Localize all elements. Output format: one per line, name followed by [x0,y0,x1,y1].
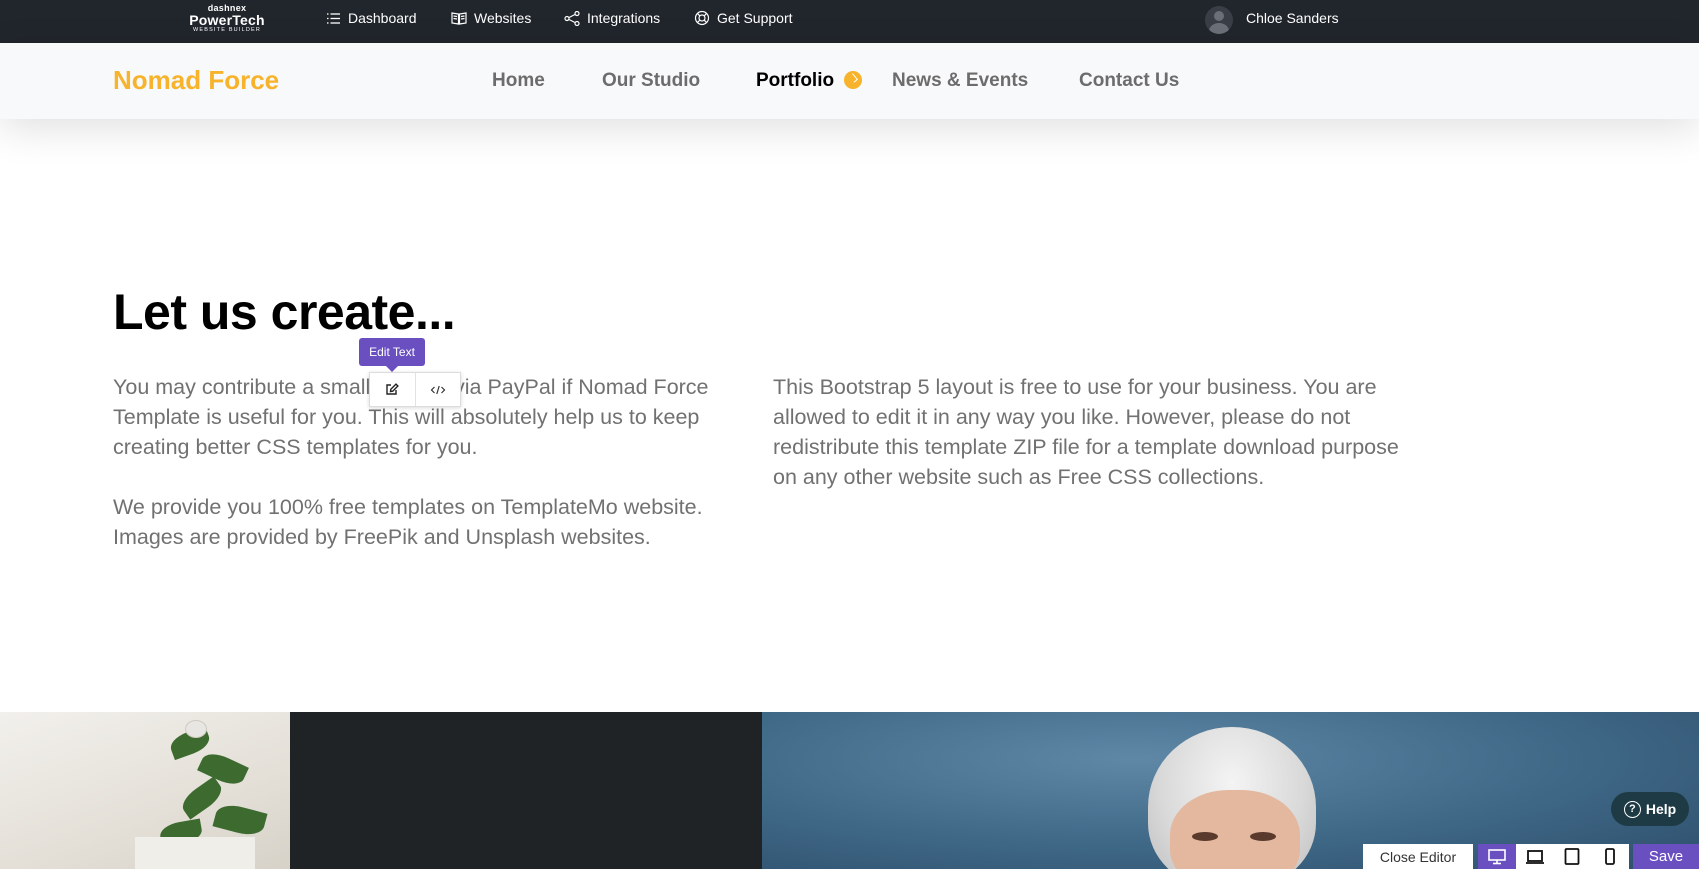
device-preview-switcher [1478,844,1629,869]
close-editor-button[interactable]: Close Editor [1363,844,1473,869]
menu-item-our-studio[interactable]: Our Studio [602,70,700,92]
site-logo[interactable]: Nomad Force [113,65,279,96]
portrait-face [1170,790,1300,869]
admin-nav-integrations-label: Integrations [587,10,661,26]
desktop-icon [1488,848,1506,864]
brand-sub-text: WEBSITE BUILDER [192,27,262,33]
dark-panel [290,712,762,869]
laptop-icon [1525,849,1544,864]
desktop-preview-button[interactable] [1478,844,1516,869]
admin-nav-dashboard[interactable]: Dashboard [326,0,417,36]
book-icon [451,11,467,25]
admin-nav-integrations[interactable]: Integrations [564,0,660,36]
mobile-preview-button[interactable] [1591,844,1629,869]
user-name[interactable]: Chloe Sanders [1246,10,1339,26]
powertech-logo[interactable]: dashnex PowerTech WEBSITE BUILDER [184,4,270,34]
portrait-eye-right [1250,832,1276,841]
edit-icon [386,383,400,395]
code-icon [430,385,446,394]
portrait-eye-left [1192,832,1218,841]
brand-main-text: PowerTech [189,12,265,28]
mobile-icon [1605,848,1616,865]
menu-item-contact-us[interactable]: Contact Us [1079,70,1179,92]
plant-photo [0,712,290,869]
admin-nav-websites[interactable]: Websites [451,0,531,36]
help-label: Help [1645,801,1677,817]
inline-edit-toolbar [369,372,461,407]
menu-item-news-events[interactable]: News & Events [892,70,1028,92]
edit-text-button[interactable] [370,373,415,406]
save-button[interactable]: Save [1633,844,1699,869]
menu-item-home[interactable]: Home [492,70,545,92]
edit-html-button[interactable] [414,373,460,406]
check-badge-icon [844,71,862,89]
tablet-icon [1564,848,1580,865]
avatar[interactable] [1205,6,1233,34]
left-paragraph-2[interactable]: We provide you 100% free templates on Te… [113,492,713,552]
tablet-preview-button[interactable] [1554,844,1592,869]
lifebuoy-icon [694,10,710,26]
question-icon: ? [1623,800,1641,818]
admin-bar: dashnex PowerTech WEBSITE BUILDER Dashbo… [0,0,1699,43]
section-heading[interactable]: Let us create... [113,283,456,341]
list-icon [326,12,341,25]
admin-nav-get-support-label: Get Support [717,10,793,26]
edit-text-tooltip: Edit Text [359,338,425,372]
admin-nav-get-support[interactable]: Get Support [694,0,793,36]
right-paragraph[interactable]: This Bootstrap 5 layout is free to use f… [773,372,1413,492]
admin-nav-dashboard-label: Dashboard [348,10,417,26]
site-navbar: Nomad Force Home Our Studio Portfolio Ne… [0,43,1699,119]
admin-nav-websites-label: Websites [474,10,532,26]
menu-item-portfolio[interactable]: Portfolio [756,70,834,92]
laptop-preview-button[interactable] [1516,844,1554,869]
share-icon [564,10,580,26]
help-button[interactable]: ? Help [1611,792,1689,826]
